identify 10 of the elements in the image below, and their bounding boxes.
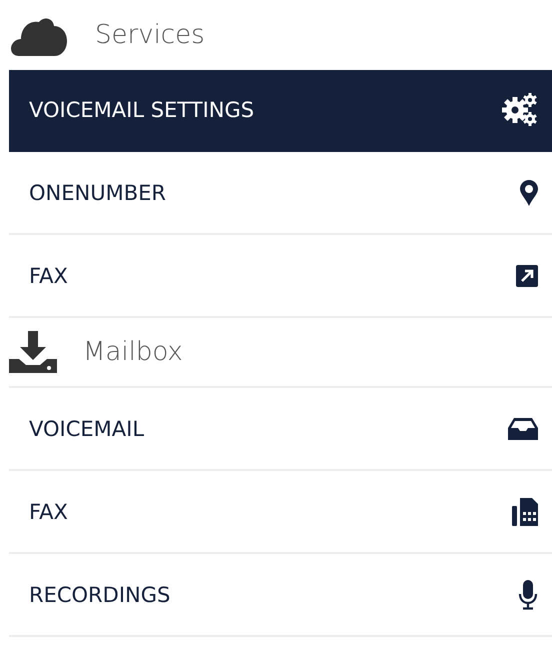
- download-icon: [9, 331, 57, 373]
- external-link-icon: [516, 264, 538, 286]
- menu-item[interactable]: VOICEMAIL SETTINGS: [9, 70, 552, 152]
- inbox-icon: [508, 418, 538, 440]
- section-title: Services: [95, 20, 205, 50]
- location-pin-icon: [520, 180, 538, 206]
- microphone-icon: [518, 580, 538, 610]
- section-title: Mailbox: [83, 337, 183, 367]
- fax-icon: [512, 498, 538, 526]
- gears-icon: [502, 93, 538, 127]
